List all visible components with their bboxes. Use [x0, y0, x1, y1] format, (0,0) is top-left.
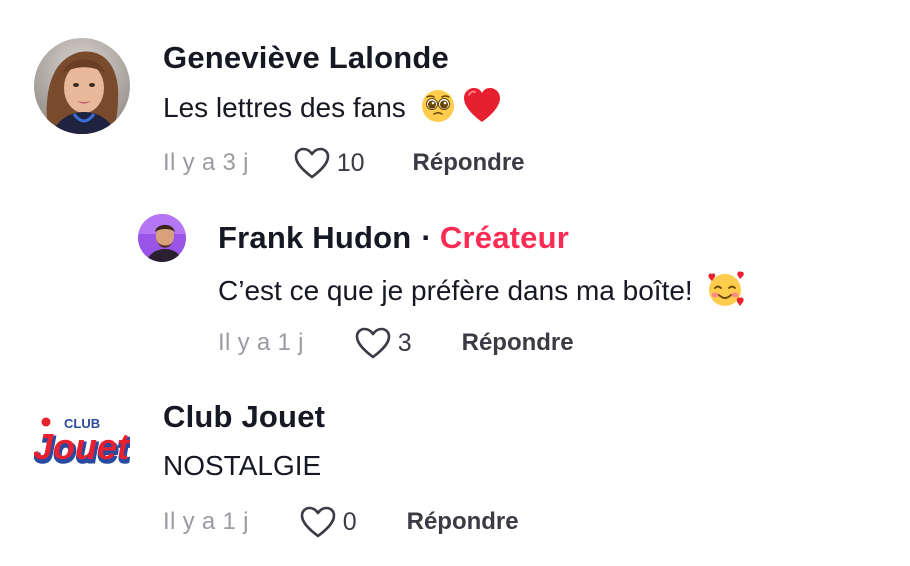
comment-time: Il y a 1 j	[163, 508, 249, 535]
comment-text: NOSTALGIE	[163, 450, 322, 481]
comment-username-text[interactable]: Frank Hudon	[218, 220, 411, 255]
comment-meta: Il y a 1 j 0 Répondre	[163, 505, 519, 539]
comment-text-content: Les lettres des fans	[163, 91, 406, 123]
comment-text-content: C’est ce que je préfère dans ma boîte!	[218, 274, 693, 306]
avatar[interactable]: CLUB Jouet Jouet	[32, 398, 133, 494]
pleading-face-icon	[420, 88, 456, 131]
reply-button[interactable]: Répondre	[462, 329, 574, 357]
avatar-photo	[138, 214, 186, 262]
avatar[interactable]	[34, 38, 130, 134]
heart-outline-icon	[300, 506, 336, 538]
avatar[interactable]	[138, 214, 186, 262]
like-count: 10	[336, 148, 365, 177]
separator-dot: ·	[421, 220, 432, 255]
heart-outline-icon	[355, 327, 391, 359]
comment-meta: Il y a 1 j 3 Répondre	[218, 326, 574, 360]
like-button[interactable]: 10	[293, 146, 365, 180]
club-jouet-logo: CLUB Jouet Jouet	[32, 416, 133, 472]
comment-username[interactable]: Club Jouet	[163, 399, 325, 435]
heart-outline-icon	[294, 147, 330, 179]
comment-username: Frank Hudon · Créateur	[218, 220, 569, 256]
comment-meta: Il y a 3 j 10 Répondre	[163, 146, 525, 180]
reply-button[interactable]: Répondre	[407, 508, 519, 536]
like-button[interactable]: 0	[299, 505, 357, 539]
comment-time: Il y a 3 j	[163, 149, 249, 176]
logo-main-text: Jouet	[34, 426, 130, 467]
smiling-face-with-hearts-icon	[705, 270, 745, 315]
like-count: 0	[342, 507, 357, 536]
creator-badge: Créateur	[439, 220, 570, 255]
like-button[interactable]: 3	[354, 326, 412, 360]
comment-time: Il y a 1 j	[218, 329, 304, 356]
comment-username[interactable]: Geneviève Lalonde	[163, 40, 449, 76]
comment-text: C’est ce que je préfère dans ma boîte!	[218, 270, 745, 315]
comment-text: Les lettres des fans	[163, 88, 501, 131]
red-heart-icon	[463, 88, 501, 131]
avatar-photo	[34, 38, 130, 134]
like-count: 3	[397, 328, 412, 357]
reply-button[interactable]: Répondre	[413, 149, 525, 177]
